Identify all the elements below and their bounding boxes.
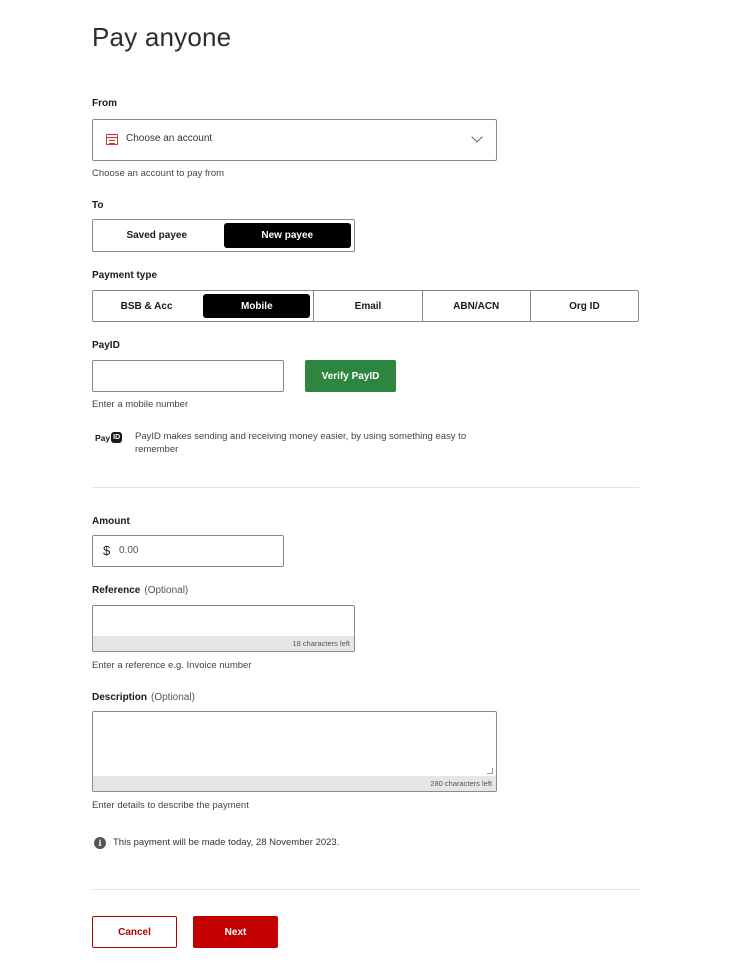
from-label: From	[92, 98, 117, 109]
reference-optional: (Optional)	[144, 585, 189, 596]
tab-mobile[interactable]: Mobile	[203, 294, 311, 318]
section-divider	[92, 487, 639, 488]
resize-grip-icon[interactable]	[487, 768, 493, 774]
payment-type-toggle: BSB & Acc Mobile Email ABN/ACN Org ID	[92, 290, 639, 322]
amount-label: Amount	[92, 516, 130, 527]
description-counter: 280 characters left	[93, 776, 496, 791]
verify-payid-button[interactable]: Verify PayID	[305, 360, 396, 392]
payment-date-notice: This payment will be made today, 28 Nove…	[113, 837, 340, 848]
next-button[interactable]: Next	[193, 916, 278, 948]
amount-placeholder: 0.00	[119, 545, 139, 556]
calendar-card-icon	[106, 134, 118, 145]
tab-bsb-acc[interactable]: BSB & Acc	[93, 291, 200, 321]
reference-label: Reference (Optional)	[92, 585, 188, 596]
tab-abn-acn[interactable]: ABN/ACN	[423, 291, 531, 321]
description-hint: Enter details to describe the payment	[92, 800, 249, 811]
amount-input[interactable]: $ 0.00	[92, 535, 284, 567]
tab-email[interactable]: Email	[313, 291, 423, 321]
description-label-text: Description	[92, 692, 148, 703]
page-title: Pay anyone	[92, 22, 232, 52]
payid-logo-badge: ID	[111, 432, 123, 443]
to-label: To	[92, 200, 104, 211]
reference-hint: Enter a reference e.g. Invoice number	[92, 660, 252, 671]
payid-logo-text: Pay	[95, 432, 111, 443]
reference-input[interactable]: 18 characters left	[92, 605, 355, 652]
account-select[interactable]: Choose an account	[92, 119, 497, 161]
tab-saved-payee[interactable]: Saved payee	[93, 220, 221, 251]
from-hint: Choose an account to pay from	[92, 168, 225, 179]
payid-input[interactable]	[92, 360, 284, 392]
payment-type-label: Payment type	[92, 270, 158, 281]
payid-label: PayID	[92, 340, 120, 351]
payid-hint: Enter a mobile number	[92, 399, 189, 410]
payid-logo: Pay ID	[95, 432, 123, 443]
payee-toggle: Saved payee New payee	[92, 219, 355, 252]
footer-divider	[92, 889, 639, 890]
cancel-button[interactable]: Cancel	[92, 916, 177, 948]
account-select-placeholder: Choose an account	[126, 133, 213, 144]
description-optional: (Optional)	[151, 692, 195, 703]
tab-org-id[interactable]: Org ID	[531, 291, 638, 321]
info-icon: i	[94, 837, 106, 849]
reference-counter: 18 characters left	[93, 636, 354, 651]
reference-label-text: Reference	[92, 585, 141, 596]
description-label: Description (Optional)	[92, 692, 195, 703]
tab-new-payee[interactable]: New payee	[223, 223, 351, 248]
dollar-icon: $	[103, 543, 111, 558]
payid-info-text: PayID makes sending and receiving money …	[135, 431, 467, 455]
chevron-down-icon	[471, 131, 483, 143]
description-textarea[interactable]: 280 characters left	[92, 711, 497, 792]
